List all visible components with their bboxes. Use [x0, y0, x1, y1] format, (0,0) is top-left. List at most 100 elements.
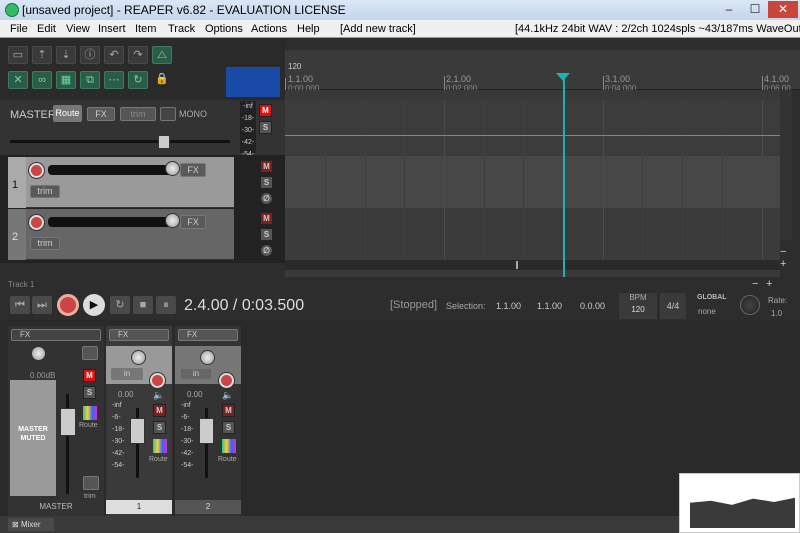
ch1-input-select[interactable]: in: [111, 368, 143, 380]
ch2-mute-button[interactable]: M: [222, 404, 235, 417]
play-cursor[interactable]: [563, 75, 565, 277]
menu-help[interactable]: Help: [297, 23, 320, 35]
master-mixer-fader[interactable]: [60, 408, 76, 436]
master-volume-track[interactable]: [10, 140, 230, 143]
mixer-master-mute-button[interactable]: M: [83, 369, 96, 382]
horizontal-zoom-out-icon[interactable]: −: [752, 278, 758, 290]
master-mute-button[interactable]: M: [259, 104, 272, 117]
master-mono-icon[interactable]: [82, 346, 98, 360]
ch1-solo-button[interactable]: S: [153, 421, 166, 434]
track-2-phase-button[interactable]: ∅: [260, 244, 273, 257]
ch2-speaker-icon[interactable]: 🔈: [222, 390, 233, 401]
ch2-name[interactable]: 2: [175, 500, 241, 514]
track-1-phase-button[interactable]: ∅: [260, 192, 273, 205]
master-route-button[interactable]: Route: [53, 105, 82, 122]
lock-icon[interactable]: 🔒: [152, 71, 172, 89]
track-1-lane[interactable]: [285, 156, 780, 208]
ch2-route-icon[interactable]: [222, 439, 236, 453]
mixer-master-solo-button[interactable]: S: [83, 386, 96, 399]
track-trim-button[interactable]: trim: [30, 185, 60, 198]
master-trim-button[interactable]: trim: [120, 107, 156, 121]
track-1-mute-button[interactable]: M: [260, 160, 273, 173]
track-fx-button[interactable]: FX: [180, 163, 206, 177]
repeat-icon[interactable]: ↻: [110, 296, 130, 314]
loop-icon[interactable]: ↻: [128, 71, 148, 89]
menu-file[interactable]: File: [10, 23, 28, 35]
audio-device-info[interactable]: [44.1kHz 24bit WAV : 2/2ch 1024spls ~43/…: [515, 23, 800, 35]
crossfade-icon[interactable]: ⋯: [104, 71, 124, 89]
ch1-name[interactable]: 1: [106, 500, 172, 514]
menu-item[interactable]: Item: [135, 23, 156, 35]
menu-view[interactable]: View: [66, 23, 90, 35]
master-trim-icon[interactable]: [83, 476, 99, 490]
new-project-icon[interactable]: ▭: [8, 46, 28, 64]
mono-toggle-icon[interactable]: [160, 107, 176, 121]
stop-icon[interactable]: ■: [133, 296, 153, 314]
record-arm-button[interactable]: [29, 163, 44, 178]
record-icon[interactable]: [57, 294, 79, 316]
record-arm-button[interactable]: [29, 215, 44, 230]
go-to-end-icon[interactable]: ⏭: [32, 296, 52, 314]
track-2-lane[interactable]: [285, 208, 780, 260]
save-project-icon[interactable]: ⇣: [56, 46, 76, 64]
horizontal-scrollbar[interactable]: [285, 260, 780, 270]
master-volume-fader[interactable]: [158, 135, 170, 149]
ch1-mute-button[interactable]: M: [153, 404, 166, 417]
track-2-solo-button[interactable]: S: [260, 228, 273, 241]
track-fx-button[interactable]: FX: [180, 215, 206, 229]
playrate-knob[interactable]: [740, 295, 760, 315]
time-signature[interactable]: 4/4: [660, 293, 686, 319]
master-fx-button[interactable]: FX: [87, 107, 115, 121]
undo-icon[interactable]: ↶: [104, 46, 124, 64]
ripple-edit-icon[interactable]: ✕: [8, 71, 28, 89]
track-name-field[interactable]: [48, 165, 176, 175]
master-solo-button[interactable]: S: [259, 121, 272, 134]
menu-edit[interactable]: Edit: [37, 23, 56, 35]
add-new-track-menu[interactable]: [Add new track]: [340, 23, 416, 35]
volume-knob[interactable]: [165, 213, 180, 228]
track-2-mute-button[interactable]: M: [260, 212, 273, 225]
ch1-route-icon[interactable]: [153, 439, 167, 453]
minimize-button[interactable]: –: [716, 1, 742, 18]
close-button[interactable]: ✕: [768, 1, 798, 18]
horizontal-zoom-in-icon[interactable]: +: [766, 278, 772, 290]
vertical-scrollbar[interactable]: [780, 90, 792, 240]
ch1-record-arm[interactable]: [150, 373, 165, 388]
ch2-fader[interactable]: [199, 418, 214, 444]
ch1-fx-button[interactable]: FX: [109, 329, 169, 341]
master-route-icon[interactable]: [83, 406, 97, 420]
volume-knob[interactable]: [165, 161, 180, 176]
master-fx-button[interactable]: FX: [11, 329, 101, 341]
bpm-box[interactable]: BPM 120: [619, 293, 657, 319]
selection-end[interactable]: 1.1.00: [537, 301, 562, 311]
mixer-tab[interactable]: ⊠ Mixer: [8, 518, 54, 531]
snap-grid-icon[interactable]: ▦: [56, 71, 76, 89]
ch2-input-select[interactable]: in: [180, 368, 212, 380]
metronome-icon[interactable]: ⧍: [152, 46, 172, 64]
close-tab-icon[interactable]: ⊠: [12, 520, 19, 529]
play-cursor-marker-icon[interactable]: [556, 73, 570, 81]
ch2-fx-button[interactable]: FX: [178, 329, 238, 341]
rate-value[interactable]: 1.0: [771, 309, 782, 318]
menu-actions[interactable]: Actions: [251, 23, 287, 35]
track-2-header[interactable]: 2 FX trim: [8, 209, 234, 260]
timeline-ruler[interactable]: 120 1.1.00 0:00.000 2.1.00 0:02.000 3.1.…: [285, 50, 800, 93]
envelope-points-icon[interactable]: ⧉: [80, 71, 100, 89]
ch2-solo-button[interactable]: S: [222, 421, 235, 434]
redo-icon[interactable]: ↷: [128, 46, 148, 64]
menu-track[interactable]: Track: [168, 23, 195, 35]
position-display[interactable]: 2.4.00 / 0:03.500: [184, 297, 304, 315]
master-pan-knob[interactable]: [31, 346, 46, 361]
automation-mode-select[interactable]: none: [698, 307, 716, 316]
item-grouping-icon[interactable]: ∞: [32, 71, 52, 89]
selection-length[interactable]: 0.0.00: [580, 301, 605, 311]
track-1-solo-button[interactable]: S: [260, 176, 273, 189]
track-1-header[interactable]: 1 FX trim: [8, 157, 234, 208]
arrange-area[interactable]: [285, 90, 780, 277]
ch1-fader[interactable]: [130, 418, 145, 444]
open-project-icon[interactable]: ⇡: [32, 46, 52, 64]
ch2-pan-knob[interactable]: [200, 350, 215, 365]
menu-insert[interactable]: Insert: [98, 23, 126, 35]
selection-start[interactable]: 1.1.00: [496, 301, 521, 311]
ch1-pan-knob[interactable]: [131, 350, 146, 365]
